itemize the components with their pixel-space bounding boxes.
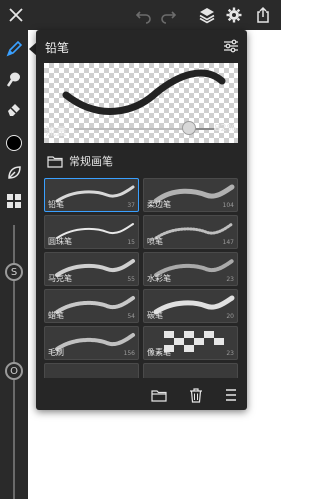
brush-grid: 铅笔 37 柔边笔 104 圆珠笔 15 喷笔 147 马克笔 55 水彩笔 23 蜡笔 54 碳笔 20 毛刷… <box>44 178 238 378</box>
opacity-slider-knob[interactable]: O <box>5 362 23 380</box>
sliders-icon[interactable] <box>221 36 241 56</box>
opacity-slider-track[interactable] <box>13 370 15 499</box>
share-icon[interactable] <box>251 3 275 27</box>
brush-count: 23 <box>226 350 234 357</box>
brush-item[interactable]: 马克笔 55 <box>44 252 139 286</box>
left-toolbar: S O <box>0 30 28 499</box>
folder-icon[interactable] <box>151 387 167 403</box>
brush-count: 37 <box>127 202 135 209</box>
panel-title: 铅笔 <box>45 41 70 55</box>
size-slider-track[interactable] <box>13 225 15 365</box>
undo-icon[interactable] <box>132 3 156 27</box>
size-slider-knob[interactable]: S <box>5 263 23 281</box>
top-toolbar <box>0 0 281 30</box>
grid-tool-icon[interactable] <box>2 189 26 213</box>
brush-item[interactable]: 像素笔 23 <box>143 326 238 360</box>
brush-count: 54 <box>127 313 135 320</box>
close-icon[interactable] <box>4 3 28 27</box>
brush-name: 圆珠笔 <box>48 237 72 246</box>
brush-panel: 铅笔 流量 82% 常规画笔 铅笔 37 柔边笔 104 圆珠笔 15 喷笔 147 马克笔 55… <box>36 30 247 410</box>
brush-item-partial[interactable] <box>143 363 238 378</box>
brush-item[interactable]: 喷笔 147 <box>143 215 238 249</box>
brush-category[interactable]: 常规画笔 <box>47 153 113 169</box>
brush-count: 104 <box>222 202 234 209</box>
brush-item[interactable]: 柔边笔 104 <box>143 178 238 212</box>
brush-name: 水彩笔 <box>147 274 171 283</box>
brush-count: 15 <box>127 239 135 246</box>
brush-item[interactable]: 毛刷 156 <box>44 326 139 360</box>
brush-item[interactable]: 蜡笔 54 <box>44 289 139 323</box>
size-slider-label: S <box>10 266 18 278</box>
brush-name: 喷笔 <box>147 237 163 246</box>
brush-count: 156 <box>123 350 135 357</box>
flow-slider-knob[interactable] <box>181 121 196 135</box>
opacity-slider-label: O <box>10 365 18 377</box>
brush-count: 20 <box>226 313 234 320</box>
gear-icon[interactable] <box>222 3 246 27</box>
folder-icon <box>47 155 63 168</box>
flow-slider[interactable] <box>74 121 214 135</box>
flow-label: 流量 <box>45 125 67 138</box>
brush-name: 柔边笔 <box>147 200 171 209</box>
trash-icon[interactable] <box>188 387 204 403</box>
color-picker-swatch[interactable] <box>2 131 26 155</box>
eraser-tool-icon[interactable] <box>2 97 26 121</box>
brush-count: 55 <box>127 276 135 283</box>
redo-icon[interactable] <box>156 3 180 27</box>
brush-name: 马克笔 <box>48 274 72 283</box>
brush-item[interactable]: 圆珠笔 15 <box>44 215 139 249</box>
brush-name: 铅笔 <box>48 200 64 209</box>
smudge-tool-icon[interactable] <box>2 67 26 91</box>
brush-name: 蜡笔 <box>48 311 64 320</box>
brush-item[interactable]: 铅笔 37 <box>44 178 139 212</box>
brush-name: 像素笔 <box>147 348 171 357</box>
brush-preview <box>44 63 238 143</box>
brush-count: 147 <box>222 239 234 246</box>
shape-tool-icon[interactable] <box>2 161 26 185</box>
brush-category-label: 常规画笔 <box>69 155 113 168</box>
brush-item[interactable]: 碳笔 20 <box>143 289 238 323</box>
brush-tool-icon[interactable] <box>2 37 26 61</box>
brush-item[interactable]: 水彩笔 23 <box>143 252 238 286</box>
flow-value: 82% <box>214 123 237 134</box>
brush-count: 23 <box>226 276 234 283</box>
drawing-canvas[interactable] <box>245 30 281 499</box>
brush-name: 毛刷 <box>48 348 64 357</box>
menu-icon[interactable] <box>223 387 239 403</box>
brush-name: 碳笔 <box>147 311 163 320</box>
brush-item-partial[interactable] <box>44 363 139 378</box>
flow-slider-fill <box>74 128 189 130</box>
layers-icon[interactable] <box>195 3 219 27</box>
